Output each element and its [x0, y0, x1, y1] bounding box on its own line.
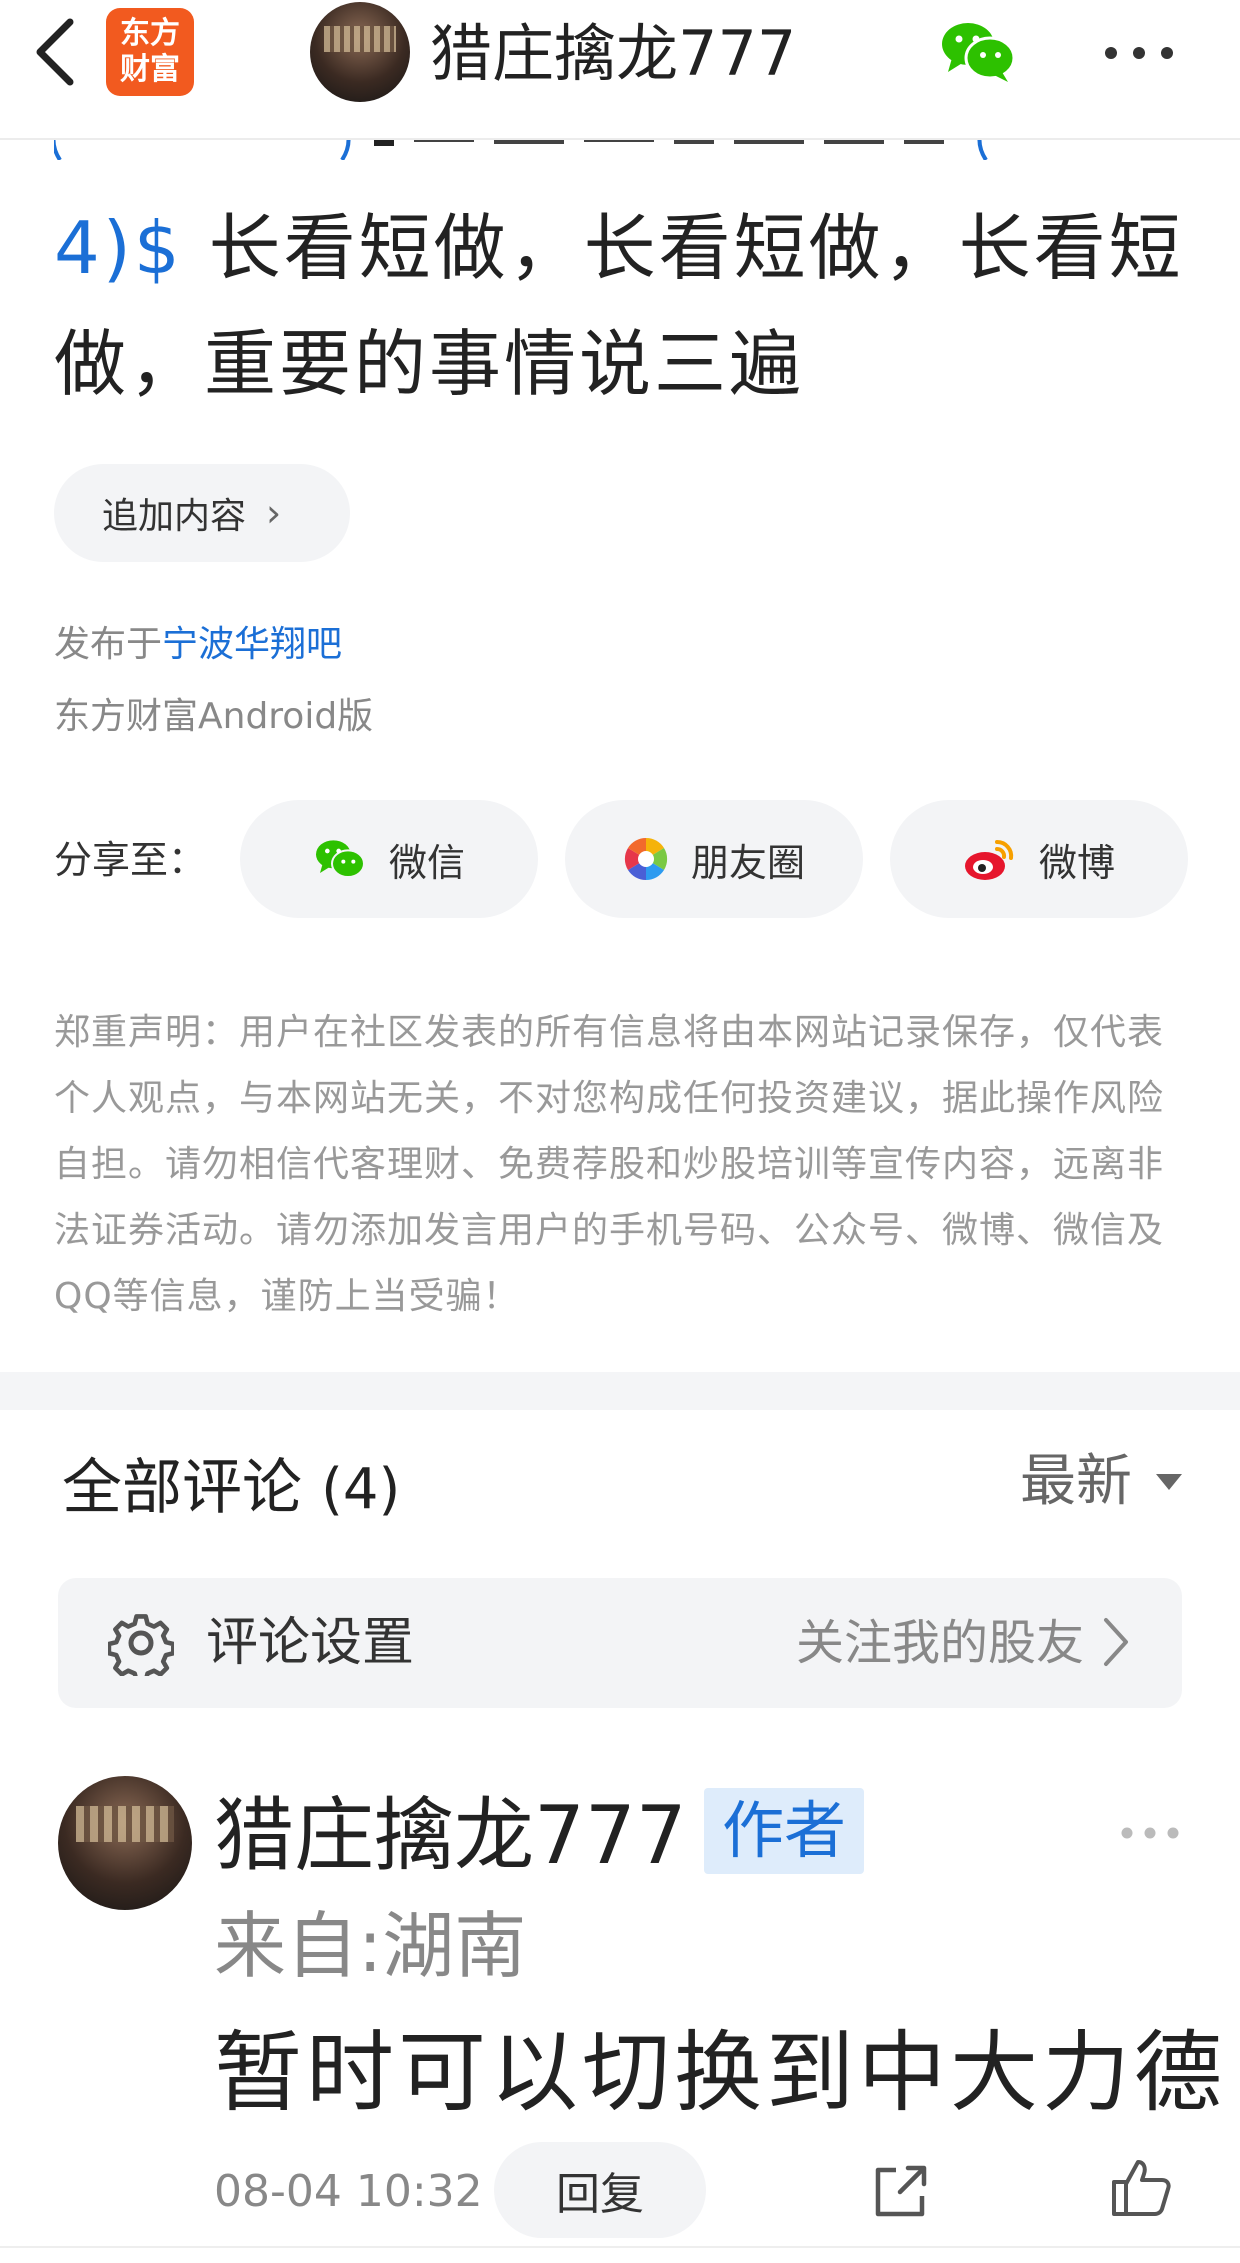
app-logo[interactable]: 东方 财富: [106, 8, 194, 96]
comments-title-label: 全部评论: [62, 1453, 302, 1523]
comment-more-icon[interactable]: [1120, 1826, 1180, 1840]
gear-icon: [108, 1614, 174, 1676]
caret-down-icon: [1156, 1474, 1182, 1490]
published-in: 发布于宁波华翔吧: [54, 622, 342, 668]
stock-link[interactable]: 4)$: [54, 206, 183, 290]
comment-author-name[interactable]: 猎庄擒龙777: [214, 1786, 687, 1886]
comments-title: 全部评论 (4): [62, 1448, 400, 1530]
client-source: 东方财富Android版: [54, 696, 374, 737]
share-weibo-button[interactable]: 微博: [890, 800, 1188, 918]
comment-location: 来自:湖南: [214, 1904, 527, 1988]
chevron-right-icon: ›: [266, 491, 282, 535]
comment-text: 暂时可以切换到中大力德: [214, 2021, 1227, 2124]
share-wechat-label: 微信: [388, 840, 465, 885]
reply-label: 回复: [556, 2169, 644, 2220]
back-arrow-icon[interactable]: [26, 14, 86, 90]
share-wechat-button[interactable]: 微信: [240, 800, 538, 918]
wechat-share-icon[interactable]: [938, 18, 1018, 84]
logo-text-1: 东方: [120, 16, 180, 51]
share-moments-button[interactable]: 朋友圈: [565, 800, 863, 918]
published-prefix: 发布于: [54, 624, 163, 665]
post-body-text: 长看短做，长看短做，长看短做，重要的事情说三遍: [54, 206, 1184, 406]
author-name[interactable]: 猎庄擒龙777: [430, 14, 796, 94]
thumbs-up-icon[interactable]: [1110, 2156, 1172, 2218]
follow-friends-link[interactable]: 关注我的股友: [796, 1608, 1084, 1678]
section-divider: [0, 1372, 1240, 1410]
sort-label: 最新: [1020, 1449, 1132, 1514]
share-icon[interactable]: [870, 2160, 932, 2222]
reply-button[interactable]: 回复: [494, 2142, 706, 2238]
comment-settings-label: 评论设置: [206, 1613, 415, 1673]
disclaimer-text: 郑重声明：用户在社区发表的所有信息将由本网站记录保存，仅代表个人观点，与本网站无…: [54, 1012, 1165, 1317]
share-weibo-label: 微博: [1038, 840, 1115, 885]
weibo-icon: [964, 839, 1014, 880]
comment-settings-bar[interactable]: 评论设置 关注我的股友: [58, 1578, 1182, 1708]
share-moments-label: 朋友圈: [690, 840, 805, 885]
more-icon[interactable]: [1104, 46, 1174, 60]
append-content-label: 追加内容: [102, 496, 247, 537]
stock-bar-link[interactable]: 宁波华翔吧: [162, 624, 342, 665]
post-body: 4)$ 长看短做，长看短做，长看短做，重要的事情说三遍: [54, 190, 1194, 422]
bottom-divider: [0, 2246, 1240, 2248]
wechat-icon: [315, 840, 365, 878]
top-bar: 东方 财富 猎庄擒龙777: [0, 0, 1240, 140]
comments-count: (4): [321, 1457, 401, 1522]
sort-dropdown[interactable]: 最新: [1020, 1444, 1182, 1520]
comment-timestamp: 08-04 10:32: [214, 2166, 483, 2217]
chevron-right-icon: [1104, 1618, 1128, 1666]
comment-avatar[interactable]: [58, 1776, 192, 1910]
share-label: 分享至：: [54, 838, 207, 882]
append-content-button[interactable]: 追加内容 ›: [54, 464, 350, 562]
author-badge: 作者: [704, 1788, 865, 1874]
author-avatar[interactable]: [310, 2, 410, 102]
logo-text-2: 财富: [120, 52, 180, 87]
moments-icon: [624, 837, 668, 881]
